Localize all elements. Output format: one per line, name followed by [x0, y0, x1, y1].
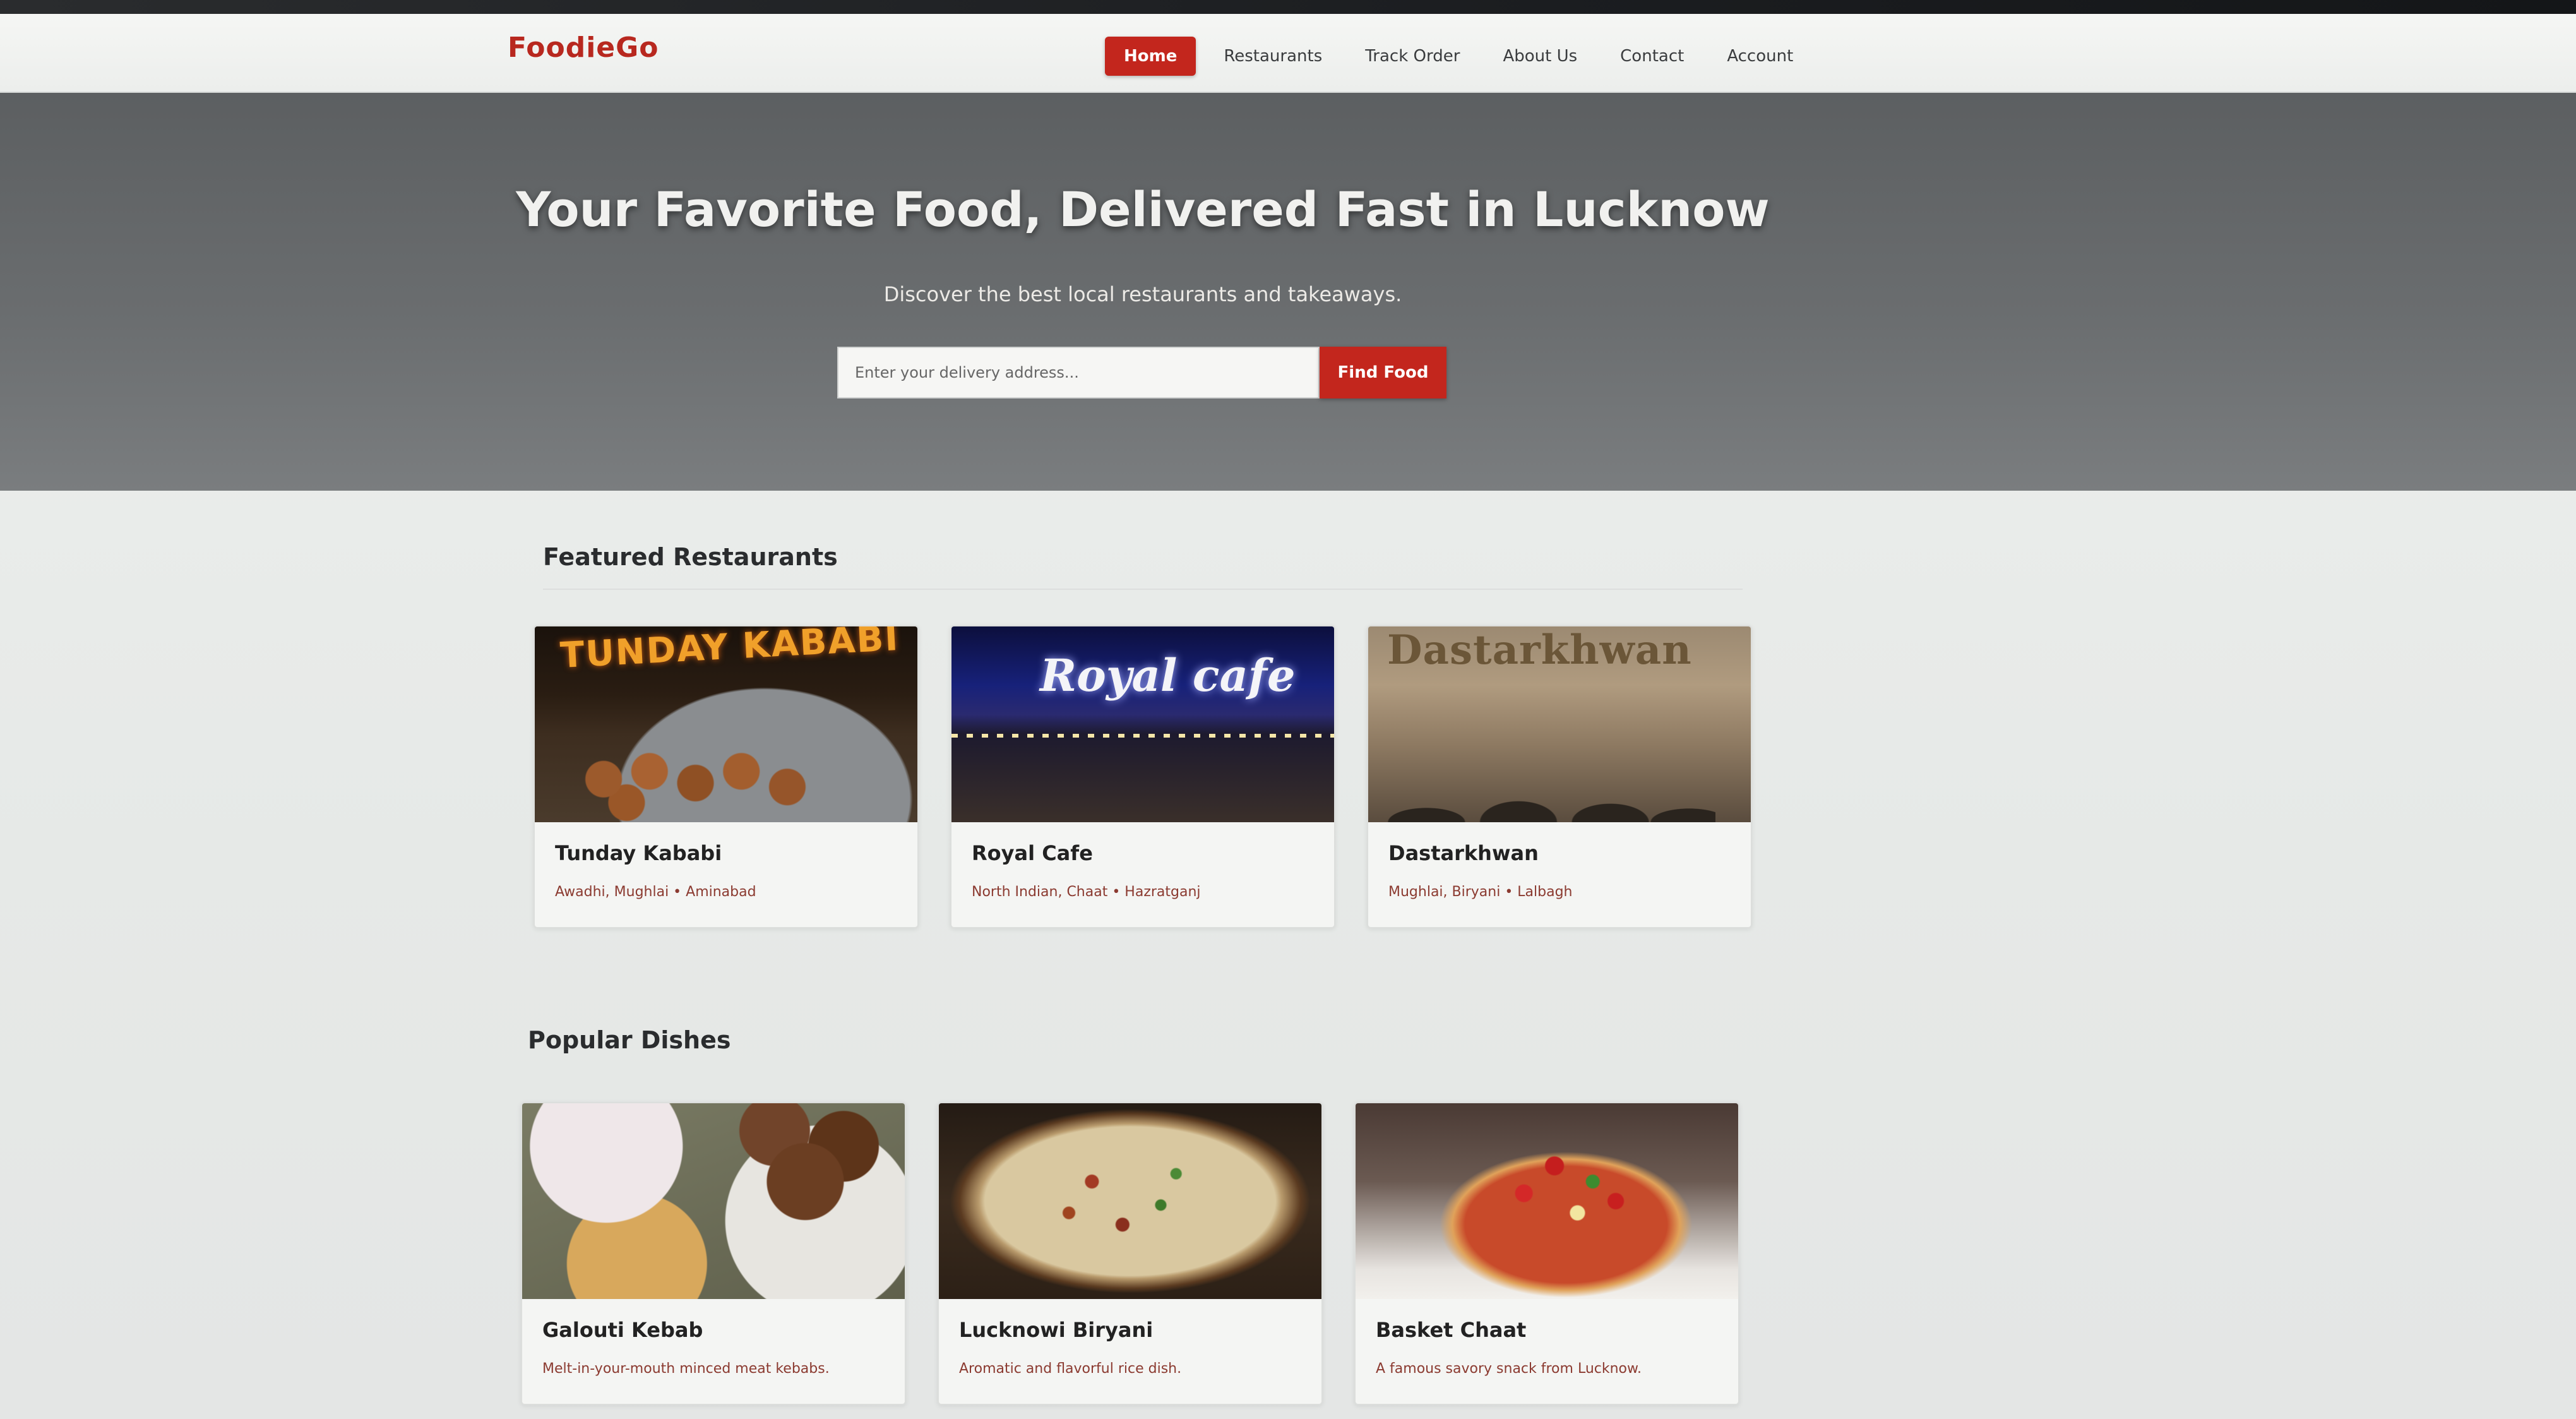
restaurant-cuisine: North Indian, Chaat • Hazratganj — [972, 884, 1201, 900]
dish-name: Galouti Kebab — [542, 1318, 703, 1342]
nav-track-order[interactable]: Track Order — [1365, 47, 1460, 66]
hero-title: Your Favorite Food, Delivered Fast in Lu… — [516, 181, 1770, 237]
biryani-garnish — [939, 1103, 1321, 1299]
basket-chaat-photo — [1356, 1103, 1738, 1299]
restaurant-name: Dastarkhwan — [1388, 841, 1539, 865]
royal-cafe-sign: Royal cafe — [1040, 649, 1296, 702]
dastarkhwan-sign: Dastarkhwan — [1387, 626, 1692, 674]
nav-about-us[interactable]: About Us — [1503, 47, 1577, 66]
dastarkhwan-photo: Dastarkhwan — [1368, 626, 1751, 822]
dish-card-basket-chaat[interactable]: Basket Chaat A famous savory snack from … — [1354, 1102, 1739, 1405]
building-arches — [1387, 715, 1715, 822]
featured-restaurants-title: Featured Restaurants — [543, 543, 838, 571]
delivery-address-input[interactable] — [837, 347, 1320, 398]
lucknowi-biryani-photo — [939, 1103, 1321, 1299]
tunday-kababi-photo: TUNDAY KABABI — [535, 626, 917, 822]
popular-dishes-title: Popular Dishes — [528, 1026, 731, 1054]
restaurant-card-tunday-kababi[interactable]: TUNDAY KABABI Tunday Kababi Awadhi, Mugh… — [534, 625, 919, 928]
string-lights — [951, 734, 1334, 738]
address-search: Find Food — [837, 347, 1446, 398]
navbar: FoodieGo Home Restaurants Track Order Ab… — [0, 14, 2576, 93]
nav-account[interactable]: Account — [1727, 47, 1793, 66]
nav-home[interactable]: Home — [1105, 37, 1196, 76]
nav-contact[interactable]: Contact — [1620, 47, 1684, 66]
featured-restaurants-grid: TUNDAY KABABI Tunday Kababi Awadhi, Mugh… — [534, 625, 1784, 928]
dish-description: Melt-in-your-mouth minced meat kebabs. — [542, 1361, 830, 1377]
hero-banner: Your Favorite Food, Delivered Fast in Lu… — [0, 93, 2576, 491]
restaurant-cuisine: Mughlai, Biryani • Lalbagh — [1388, 884, 1573, 900]
galouti-kebab-photo — [522, 1103, 905, 1299]
dish-name: Lucknowi Biryani — [959, 1318, 1154, 1342]
find-food-button[interactable]: Find Food — [1320, 347, 1446, 398]
dish-description: A famous savory snack from Lucknow. — [1376, 1361, 1642, 1377]
tunday-sign: TUNDAY KABABI — [559, 626, 900, 677]
restaurant-card-dastarkhwan[interactable]: Dastarkhwan Dastarkhwan Mughlai, Biryani… — [1367, 625, 1752, 928]
popular-dishes-grid: Galouti Kebab Melt-in-your-mouth minced … — [521, 1102, 1771, 1405]
section-divider — [543, 589, 1743, 590]
dish-card-galouti-kebab[interactable]: Galouti Kebab Melt-in-your-mouth minced … — [521, 1102, 906, 1405]
brand-logo[interactable]: FoodieGo — [508, 32, 659, 64]
hero-subtitle: Discover the best local restaurants and … — [883, 282, 1402, 306]
chaat-toppings — [1356, 1103, 1738, 1299]
nav-restaurants[interactable]: Restaurants — [1224, 47, 1322, 66]
restaurant-cuisine: Awadhi, Mughlai • Aminabad — [555, 884, 756, 900]
restaurant-card-royal-cafe[interactable]: Royal cafe Royal Cafe North Indian, Chaa… — [950, 625, 1335, 928]
monitor-bezel — [0, 0, 2576, 14]
royal-cafe-photo: Royal cafe — [951, 626, 1334, 822]
dish-name: Basket Chaat — [1376, 1318, 1527, 1342]
restaurant-name: Tunday Kababi — [555, 841, 722, 865]
browser-viewport: FoodieGo Home Restaurants Track Order Ab… — [0, 0, 2576, 1419]
featured-restaurants-section: Featured Restaurants — [513, 543, 1769, 590]
main-nav: Home Restaurants Track Order About Us Co… — [1105, 34, 1836, 78]
dish-description: Aromatic and flavorful rice dish. — [959, 1361, 1182, 1377]
dish-card-lucknowi-biryani[interactable]: Lucknowi Biryani Aromatic and flavorful … — [938, 1102, 1323, 1405]
restaurant-name: Royal Cafe — [972, 841, 1093, 865]
popular-dishes-section: Popular Dishes — [513, 1026, 1769, 1054]
